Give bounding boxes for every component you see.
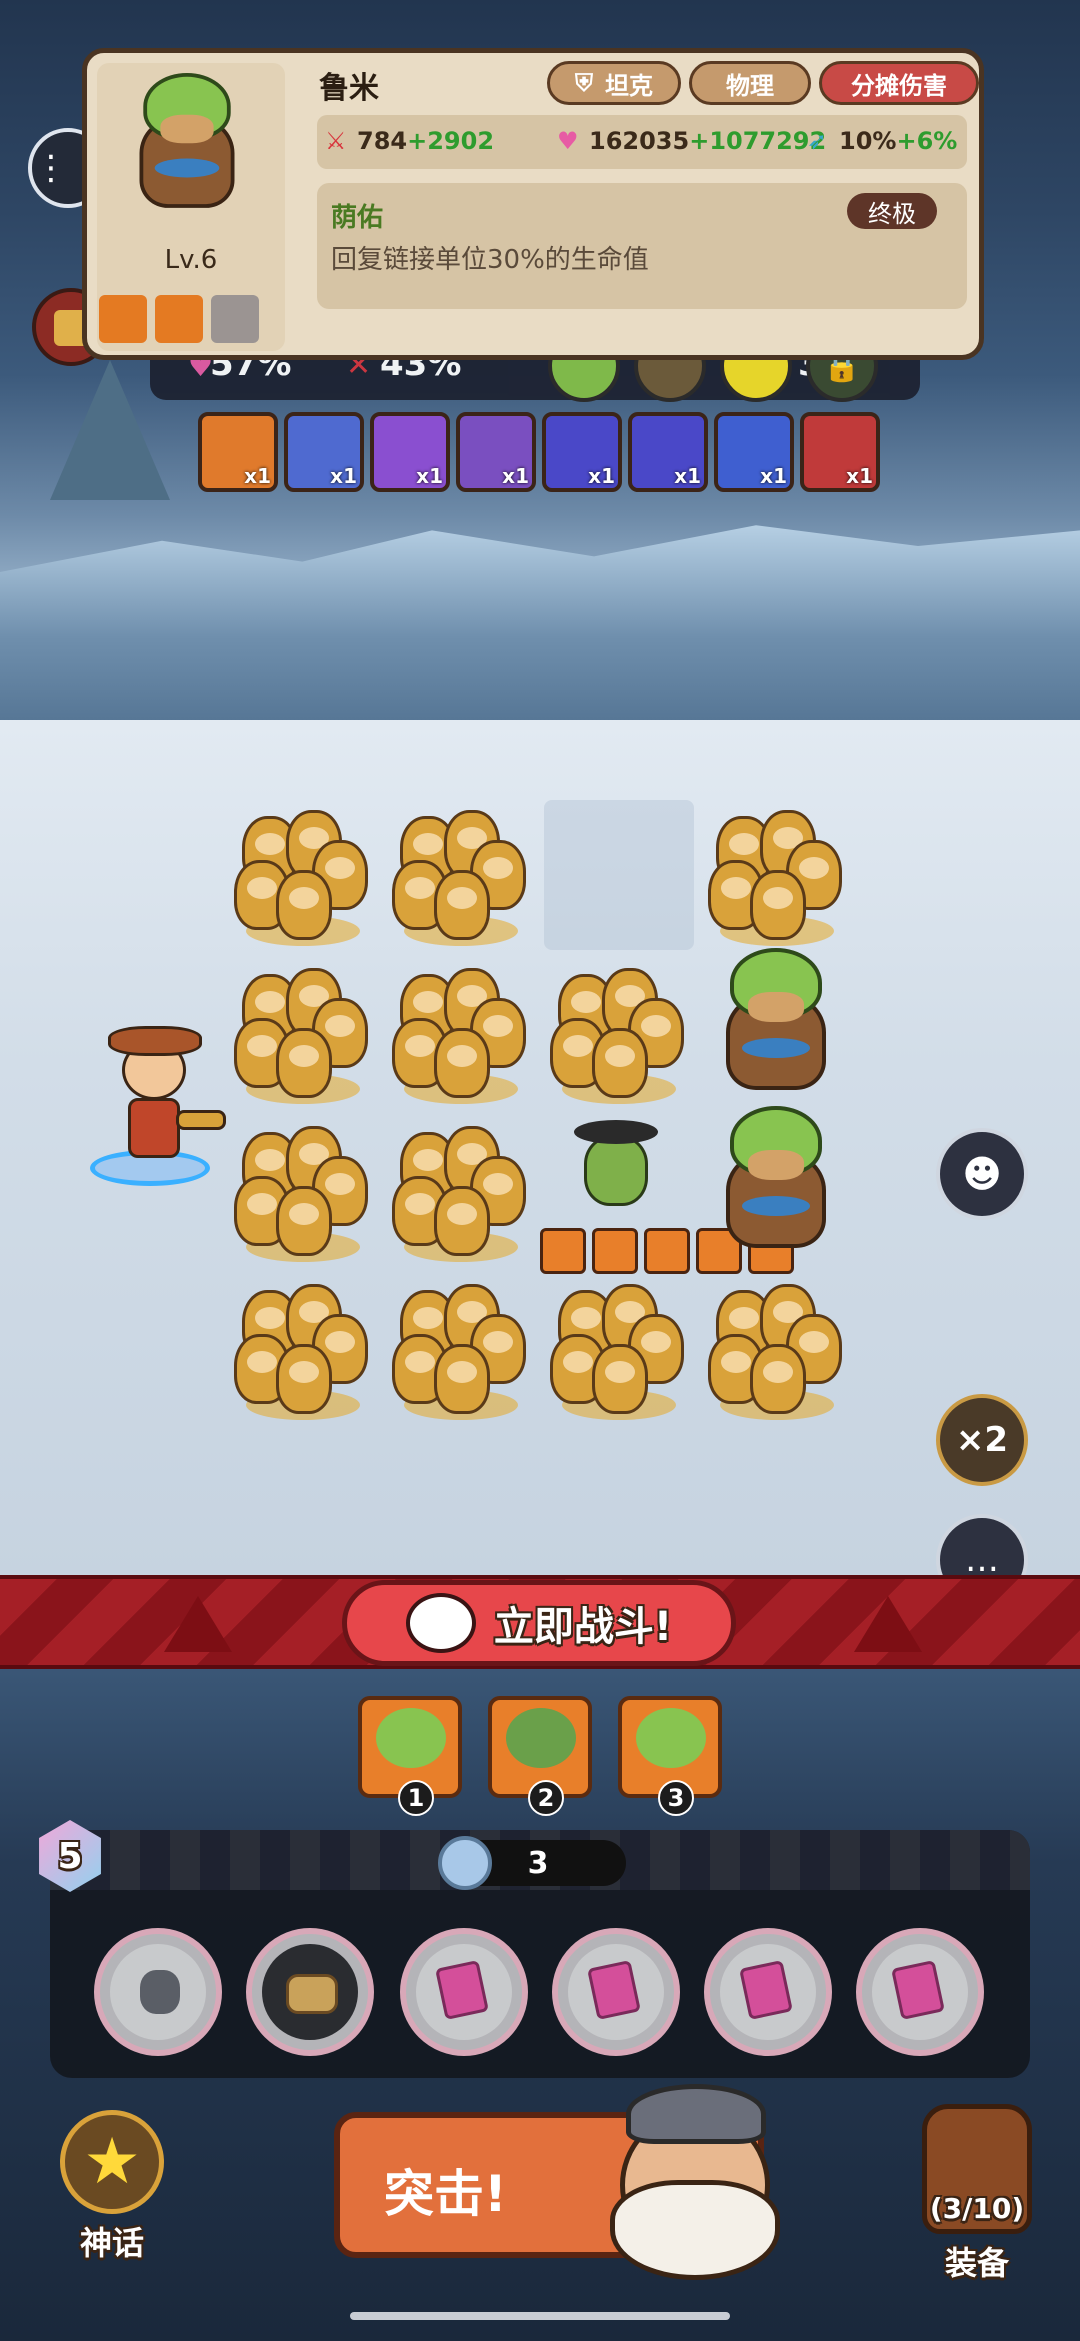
queue-card[interactable]: 1 — [358, 1696, 462, 1816]
item-slot[interactable]: x1 — [198, 412, 278, 492]
fox-unit-stack[interactable] — [386, 1116, 536, 1266]
crystal-coin-icon — [438, 1836, 492, 1890]
fox-unit-stack[interactable] — [228, 1116, 378, 1266]
monster-face-icon — [405, 1593, 476, 1653]
coin-stack-icon — [286, 1974, 338, 2014]
unit-info-card: Lv.6 鲁米 ⛨ 坦克 物理 分摊伤害 ⚔ 784+2902 ♥ 162035+… — [82, 48, 984, 360]
item-slot[interactable]: x1 — [800, 412, 880, 492]
golem-unit[interactable] — [702, 948, 852, 1108]
currency-counter: 3 — [438, 1836, 626, 1890]
cactus-icon — [506, 1708, 576, 1768]
crit-value: 10%+6% — [839, 127, 958, 155]
fight-now-button[interactable]: 立即战斗! — [342, 1580, 736, 1666]
item-slot[interactable]: x1 — [542, 412, 622, 492]
queue-card[interactable]: 3 — [618, 1696, 722, 1816]
hp-heart-icon: ♥ — [557, 127, 579, 155]
item-slot[interactable]: x1 — [370, 412, 450, 492]
tag-physical: 物理 — [689, 61, 811, 105]
cactus-unit[interactable] — [540, 1116, 794, 1274]
shop-slot-card[interactable] — [400, 1928, 528, 2056]
attack-value: 784+2902 — [357, 127, 495, 155]
fox-unit-stack[interactable] — [702, 800, 852, 950]
fox-unit-stack[interactable] — [228, 1274, 378, 1424]
speed-button[interactable]: ×2 — [936, 1394, 1028, 1486]
item-slot[interactable]: x1 — [284, 412, 364, 492]
tag-split-damage: 分摊伤害 — [819, 61, 979, 105]
skill-rank-badge: 终极 — [847, 193, 937, 229]
stats-row: ⚔ 784+2902 ♥ 162035+1077292 ➶ 10%+6% — [317, 115, 967, 169]
myth-button[interactable]: ★ 神话 — [44, 2110, 180, 2262]
fox-unit-stack[interactable] — [386, 800, 536, 950]
empty-grid-cell[interactable] — [544, 800, 694, 950]
equip-slot-empty — [211, 295, 259, 343]
skill-box: 荫佑 回复链接单位30%的生命值 终极 — [317, 183, 967, 309]
home-indicator — [350, 2312, 730, 2320]
fox-unit-stack[interactable] — [544, 1274, 694, 1424]
sword-stat-icon: ⚔ — [325, 127, 347, 155]
shield-icon: ⛨ — [575, 69, 593, 97]
shop-slot-unit[interactable] — [94, 1928, 222, 2056]
skill-name: 荫佑 — [331, 203, 384, 233]
skill-description: 回复链接单位30%的生命值 — [331, 245, 649, 275]
star-icon: ★ — [60, 2110, 164, 2214]
fox-unit-stack[interactable] — [544, 958, 694, 1108]
shop-slot-card[interactable] — [704, 1928, 832, 2056]
fox-unit-stack[interactable] — [386, 958, 536, 1108]
item-slot[interactable]: x1 — [456, 412, 536, 492]
shop-slot-coins[interactable] — [246, 1928, 374, 2056]
item-slot[interactable]: x1 — [628, 412, 708, 492]
crit-icon: ➶ — [807, 127, 828, 155]
equipment-button[interactable]: (3/10) 装备 — [902, 2104, 1052, 2284]
golem-portrait-icon — [111, 73, 263, 225]
golem-icon — [376, 1708, 446, 1768]
devil-face-icon: ☻ — [962, 1152, 1002, 1196]
fox-unit-stack[interactable] — [702, 1274, 852, 1424]
unit-name: 鲁米 — [319, 71, 379, 106]
buff-icon — [644, 1228, 690, 1274]
unit-portrait: Lv.6 — [97, 63, 285, 351]
equip-slot-chain-icon — [155, 295, 203, 343]
emote-button[interactable]: ☻ — [936, 1128, 1028, 1220]
tag-tank: ⛨ 坦克 — [547, 61, 681, 105]
golem-icon — [636, 1708, 706, 1768]
unit-level: Lv.6 — [164, 245, 218, 275]
shop-slot-card[interactable] — [552, 1928, 680, 2056]
fox-unit-stack[interactable] — [386, 1274, 536, 1424]
warning-icon-right — [854, 1596, 922, 1652]
item-slot[interactable]: x1 — [714, 412, 794, 492]
golem-unit[interactable] — [702, 1106, 852, 1266]
chat-bubble-icon: … — [965, 1540, 999, 1580]
unit-silhouette-icon — [140, 1970, 180, 2014]
hp-value: 162035+1077292 — [589, 127, 827, 155]
equip-slot-hand-icon — [99, 295, 147, 343]
buff-icon — [592, 1228, 638, 1274]
viking-mascot — [560, 2070, 860, 2290]
fox-unit-stack[interactable] — [228, 800, 378, 950]
queue-card[interactable]: 2 — [488, 1696, 592, 1816]
buff-icon — [540, 1228, 586, 1274]
fox-unit-stack[interactable] — [228, 958, 378, 1108]
shop-slot-card[interactable] — [856, 1928, 984, 2056]
warning-icon-left — [164, 1596, 232, 1652]
hero-character — [90, 1020, 230, 1200]
